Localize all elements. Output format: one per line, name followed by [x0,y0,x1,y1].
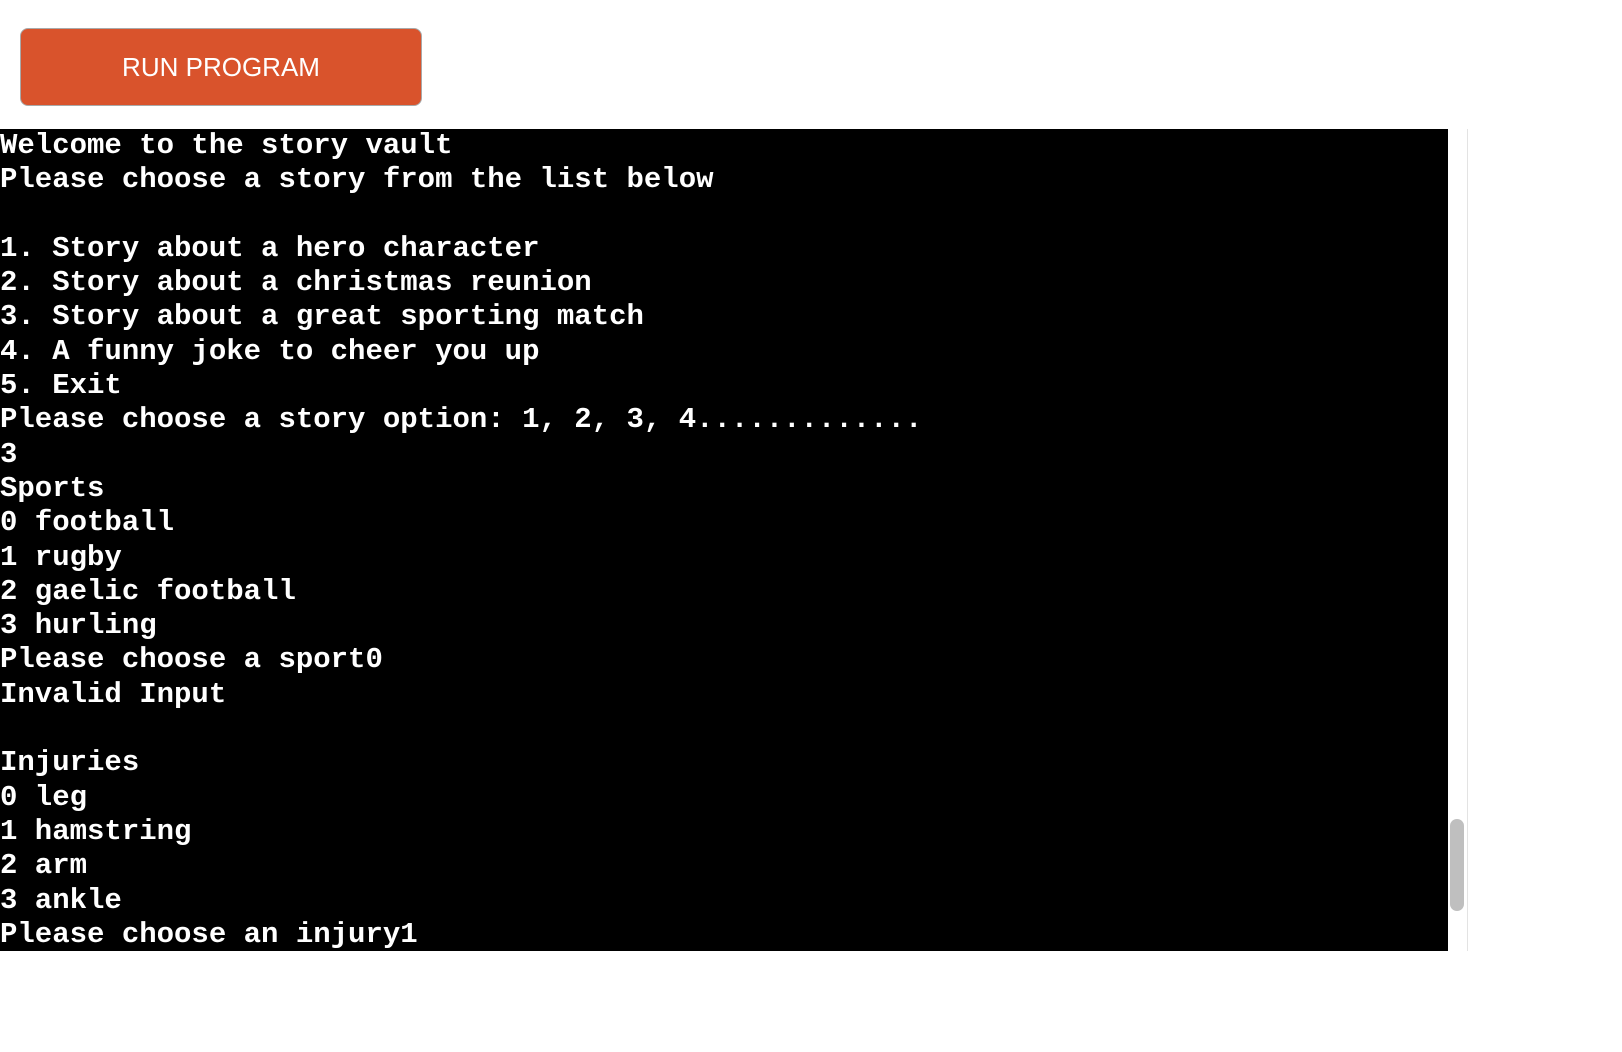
terminal-line: Welcome to the story vault [0,129,453,162]
terminal-line: Sports [0,471,105,505]
terminal-line: Please choose a story option: 1, 2, 3, 4… [0,403,923,437]
terminal-line: 1. Story about a hero character [0,231,540,265]
terminal-line: 3. Story about a great sporting match [0,300,644,334]
terminal-line: 0 leg [0,780,88,814]
terminal-line: 1 rugby [0,540,122,574]
terminal-line: Please choose a sport0 [0,643,383,677]
terminal-line: 5. Exit [0,369,122,403]
terminal-line: Please choose an injury1 [0,917,418,951]
terminal-line: 4. A funny joke to cheer you up [0,334,540,368]
terminal-line: Injuries [0,746,140,780]
terminal-line: 2 gaelic football [0,574,296,608]
terminal-line: 3 hurling [0,609,157,643]
terminal-line: 3 ankle [0,883,122,917]
terminal-line: 0 football [0,506,175,540]
run-program-button[interactable]: RUN PROGRAM [20,28,422,106]
terminal-line: 2 arm [0,849,88,883]
terminal-line: 2. Story about a christmas reunion [0,266,592,300]
terminal-line: Please choose a story from the list belo… [0,163,714,197]
terminal-line: Invalid Input [0,677,227,711]
terminal-output[interactable]: Welcome to the story vault Please choose… [0,129,1448,951]
terminal-line: 1 hamstring [0,814,192,848]
terminal-scrollbar-thumb[interactable] [1450,819,1464,911]
terminal-frame: Welcome to the story vault Please choose… [0,129,1468,951]
terminal-line: 3 [0,437,18,471]
